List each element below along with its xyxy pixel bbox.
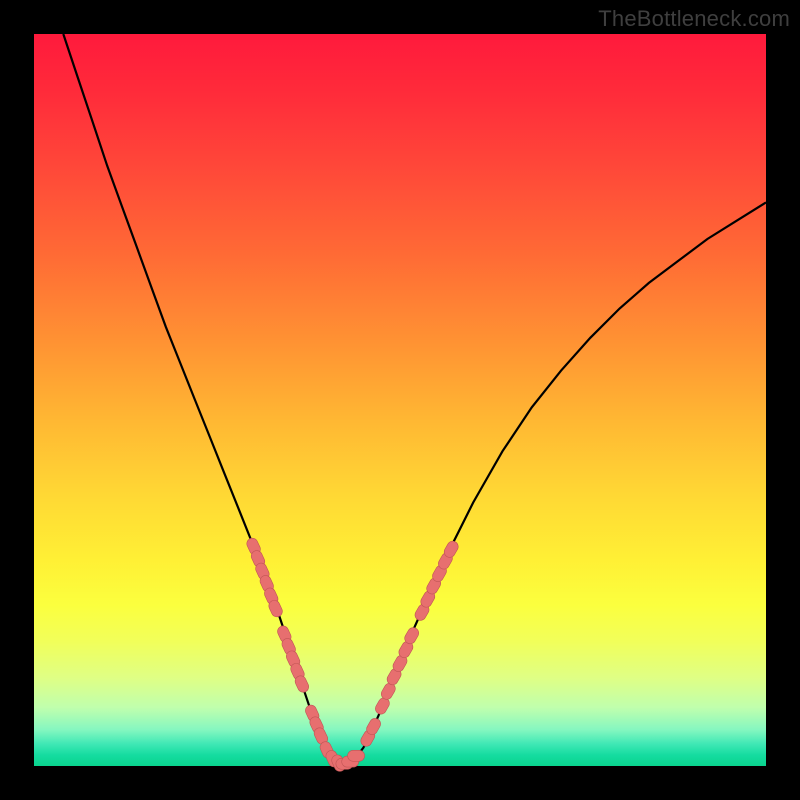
chart-frame: TheBottleneck.com [0, 0, 800, 800]
curve-svg [34, 34, 766, 766]
plot-area [34, 34, 766, 766]
watermark-text: TheBottleneck.com [598, 6, 790, 32]
curve-marker [348, 750, 365, 761]
curve-markers [245, 536, 460, 773]
bottleneck-curve [63, 34, 766, 762]
